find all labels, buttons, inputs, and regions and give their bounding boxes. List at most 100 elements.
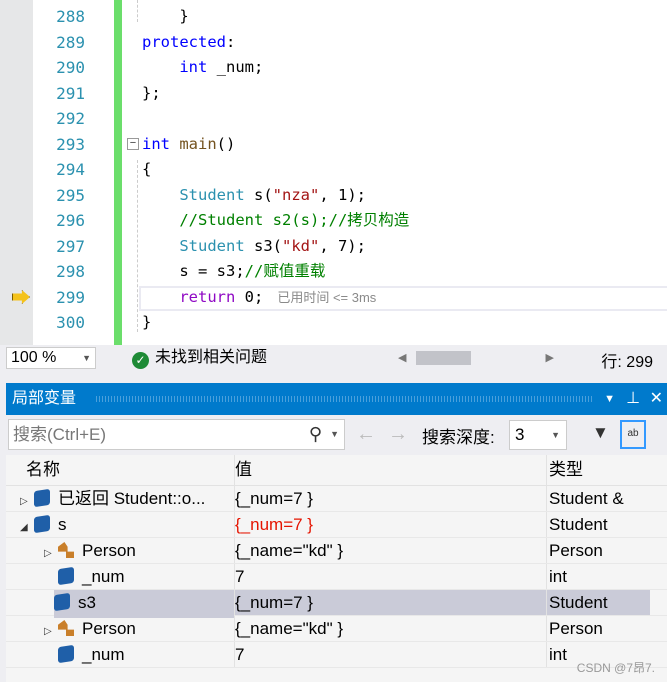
- zoom-select[interactable]: 100 % ▼: [6, 347, 96, 369]
- code-line[interactable]: };: [142, 81, 161, 107]
- code-token: , 7);: [319, 236, 366, 255]
- locals-panel: 局部变量 ▼ ⊥ ✕ 搜索(Ctrl+E) ⚲ ▼ ← → 搜索深度: 3 ▼ ▼ a…: [6, 383, 667, 682]
- hex-display-button[interactable]: ab: [620, 420, 646, 449]
- pin-filter-icon[interactable]: ▼: [592, 423, 609, 443]
- search-icon[interactable]: ⚲: [309, 420, 322, 449]
- variable-value[interactable]: {_num=7 }: [234, 512, 546, 537]
- editor-left-margin: [0, 0, 8, 345]
- change-tracking-bar: [114, 0, 122, 345]
- line-number: 298: [56, 262, 85, 281]
- indicator-margin[interactable]: [8, 0, 33, 345]
- code-token: //赋值重载: [244, 262, 326, 280]
- code-line[interactable]: Student s("nza", 1);: [142, 183, 366, 209]
- variable-row[interactable]: ◢ s {_num=7 } Student: [6, 512, 667, 538]
- line-number: 288: [56, 7, 85, 26]
- line-indicator: 行: 299: [601, 354, 653, 371]
- chevron-down-icon[interactable]: ▼: [330, 420, 339, 449]
- object-icon: [34, 488, 50, 508]
- code-line[interactable]: {: [142, 157, 151, 183]
- variable-value[interactable]: {_name="kd" }: [234, 616, 546, 641]
- code-token: (): [216, 134, 236, 153]
- code-line[interactable]: int main(): [142, 132, 235, 158]
- variable-row[interactable]: _num 7 int: [6, 564, 667, 590]
- variable-type: Person: [546, 616, 650, 641]
- issues-indicator[interactable]: ✓ 未找到相关问题: [132, 348, 267, 369]
- code-token: return: [179, 287, 236, 306]
- expand-toggle[interactable]: ▷: [20, 489, 34, 514]
- close-icon[interactable]: ✕: [650, 383, 663, 415]
- variable-row[interactable]: ▷ Person {_name="kd" } Person: [6, 538, 667, 564]
- panel-title: 局部变量: [12, 390, 77, 407]
- code-token: Student: [179, 185, 245, 204]
- variable-value[interactable]: {_num=7 }: [234, 486, 546, 511]
- search-depth-select[interactable]: 3 ▼: [509, 420, 567, 450]
- variable-type: Student &: [546, 486, 650, 511]
- field-icon: [58, 566, 74, 586]
- line-number: 296: [56, 211, 85, 230]
- variable-value[interactable]: {_name="kd" }: [234, 538, 546, 563]
- code-token: s = s3;: [179, 262, 245, 280]
- code-editor[interactable]: − 288 } 289 protected: 290 int _num; 291}; 29…: [0, 0, 667, 345]
- code-line[interactable]: protected:: [142, 30, 235, 56]
- variable-row[interactable]: _num 7 int: [6, 642, 667, 668]
- variable-value[interactable]: {_num=7 }: [234, 590, 546, 615]
- search-input[interactable]: 搜索(Ctrl+E) ⚲ ▼: [8, 419, 345, 450]
- line-number: 299: [56, 287, 85, 307]
- variable-name: _num: [82, 567, 125, 586]
- column-type[interactable]: 类型: [546, 455, 650, 485]
- code-line[interactable]: Student s3("kd", 7);: [142, 234, 366, 260]
- code-token: int: [142, 134, 170, 153]
- code-line[interactable]: }: [142, 4, 189, 30]
- column-value[interactable]: 值: [234, 455, 546, 485]
- scroll-right-icon[interactable]: ▶: [546, 351, 554, 364]
- code-token: int: [179, 58, 208, 76]
- line-number: 291: [56, 83, 85, 103]
- code-line[interactable]: int _num;: [142, 55, 263, 81]
- code-line[interactable]: }: [142, 310, 151, 336]
- code-token: protected: [142, 32, 226, 51]
- variable-row[interactable]: ▷ 已返回 Student::o... {_num=7 } Student &: [6, 486, 667, 512]
- expand-toggle[interactable]: ▷: [44, 619, 58, 644]
- column-name[interactable]: 名称: [26, 455, 240, 485]
- line-number: 293: [56, 134, 85, 154]
- object-icon: [54, 592, 70, 612]
- watermark: CSDN @7昂7.: [576, 661, 655, 675]
- variable-name: 已返回 Student::o...: [58, 489, 206, 508]
- back-arrow-icon[interactable]: ←: [356, 423, 376, 446]
- variable-name: Person: [82, 619, 136, 638]
- variable-value[interactable]: 7: [234, 642, 546, 667]
- collapse-toggle[interactable]: −: [127, 138, 139, 150]
- line-number: 297: [56, 236, 85, 256]
- code-line[interactable]: //Student s2(s);//拷贝构造: [142, 208, 409, 234]
- chevron-down-icon: ▼: [82, 353, 91, 363]
- locals-grid: 名称 值 类型 ▷ 已返回 Student::o... {_num=7 } Stu…: [6, 455, 667, 668]
- code-token: };: [142, 83, 161, 102]
- variable-name: s3: [78, 593, 96, 612]
- class-icon: [58, 542, 74, 558]
- code-token: "kd": [281, 236, 320, 255]
- code-line[interactable]: s = s3;//赋值重载: [142, 259, 325, 285]
- code-token: }: [179, 7, 189, 25]
- grid-header: 名称 值 类型: [6, 455, 667, 486]
- variable-value[interactable]: 7: [234, 564, 546, 589]
- expand-toggle[interactable]: ◢: [20, 515, 34, 540]
- pin-icon[interactable]: ⊥: [626, 383, 640, 415]
- panel-toolbar: 搜索(Ctrl+E) ⚲ ▼ ← → 搜索深度: 3 ▼ ▼ ab: [6, 415, 667, 455]
- code-line[interactable]: return 0; 已用时间 <= 3ms: [142, 285, 376, 311]
- scroll-thumb[interactable]: [416, 351, 471, 365]
- elapsed-time-hint: 已用时间 <= 3ms: [277, 289, 377, 305]
- expand-toggle[interactable]: ▷: [44, 541, 58, 566]
- variable-name: _num: [82, 645, 125, 664]
- variable-row[interactable]: ◢s3 {_num=7 } Student: [6, 590, 667, 618]
- scroll-left-icon[interactable]: ◀: [398, 351, 406, 364]
- code-token: 0;: [235, 287, 264, 306]
- code-token: :: [226, 32, 236, 51]
- forward-arrow-icon[interactable]: →: [388, 423, 408, 446]
- dropdown-icon[interactable]: ▼: [604, 383, 615, 415]
- variable-row[interactable]: ▷ Person {_name="kd" } Person: [6, 616, 667, 642]
- code-token: //Student s2(s);//拷贝构造: [179, 211, 410, 229]
- code-token: s3(: [244, 236, 282, 255]
- horizontal-scrollbar[interactable]: ◀ ▶: [398, 351, 554, 365]
- editor-status-bar: 100 % ▼ ✓ 未找到相关问题 ◀ ▶ 行: 299: [0, 345, 667, 372]
